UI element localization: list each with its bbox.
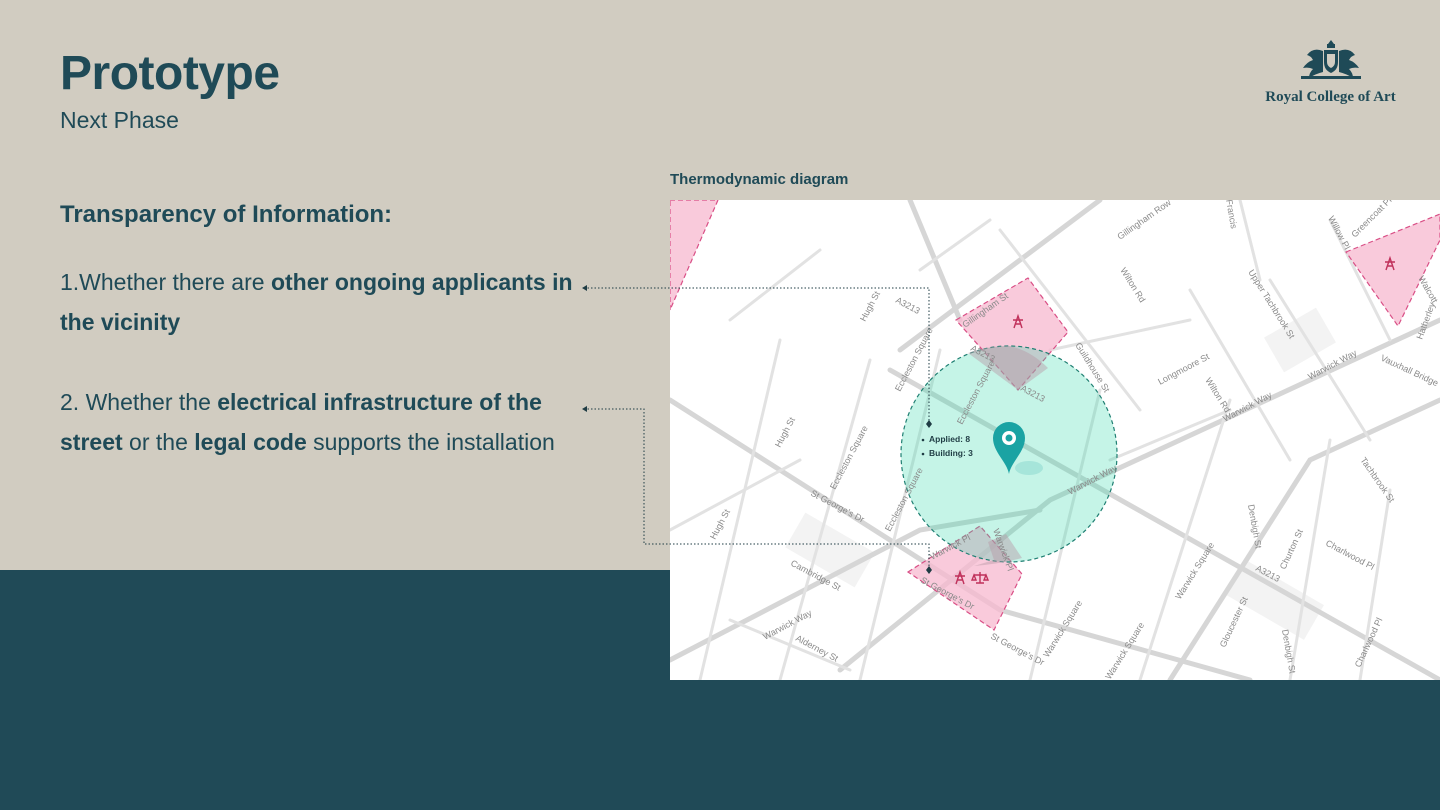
street-label: Francis (1224, 200, 1239, 230)
street-label: Gillingham Row (1115, 200, 1173, 242)
section-heading: Transparency of Information: (60, 201, 393, 228)
street-label: Hugh St (708, 507, 732, 541)
street-label: A3213 (894, 295, 922, 316)
building-count: Building: 3 (929, 448, 973, 458)
rca-logo: Royal College of Art (1258, 38, 1403, 106)
street-label: Willow Pl (1326, 214, 1352, 251)
point-1-prefix: 1.Whether there are (60, 269, 271, 295)
street-label: Wilton Rd (1118, 266, 1147, 304)
point-2-emphasis-2: legal code (194, 429, 307, 455)
street-label: Longmoore St (1156, 351, 1211, 387)
crest-icon (1300, 40, 1361, 79)
logo-text: Royal College of Art (1265, 89, 1396, 105)
point-2-prefix: 2. Whether the (60, 389, 218, 415)
street-label: Upper Tachbrook St (1246, 268, 1297, 341)
street-label: Vauxhall Bridge (1379, 353, 1440, 388)
street-label: Tachbrook St (1358, 455, 1397, 504)
street-label: Warwick Square (1173, 540, 1216, 601)
street-label: St George's Dr (809, 488, 866, 525)
street-label: Denbigh St (1246, 504, 1264, 550)
map-caption: Thermodynamic diagram (670, 171, 849, 188)
applied-count: Applied: 8 (929, 434, 970, 444)
point-2: 2. Whether the electrical infrastructure… (60, 382, 600, 462)
street-label: Hugh St (773, 415, 797, 449)
point-2-suffix: supports the installation (306, 429, 555, 455)
point-2-middle: or the (122, 429, 195, 455)
street-label: Greencoat Pl (1349, 200, 1393, 239)
map-canvas: A3213 A3213 A3213 A3213 Gillingham St Gi… (670, 200, 1440, 680)
street-label: Gloucester St (1218, 595, 1250, 649)
page-subtitle: Next Phase (60, 107, 179, 133)
street-label: Wilton Rd (1203, 376, 1232, 414)
page-title: Prototype (60, 47, 280, 100)
street-label: Charlwood Pl (1324, 538, 1376, 572)
street-label: Churton St (1278, 527, 1305, 571)
street-label: Hugh St (858, 289, 882, 323)
point-1: 1.Whether there are other ongoing applic… (60, 262, 600, 342)
street-label: Walcott (1416, 274, 1440, 305)
map[interactable]: A3213 A3213 A3213 A3213 Gillingham St Gi… (670, 200, 1440, 680)
